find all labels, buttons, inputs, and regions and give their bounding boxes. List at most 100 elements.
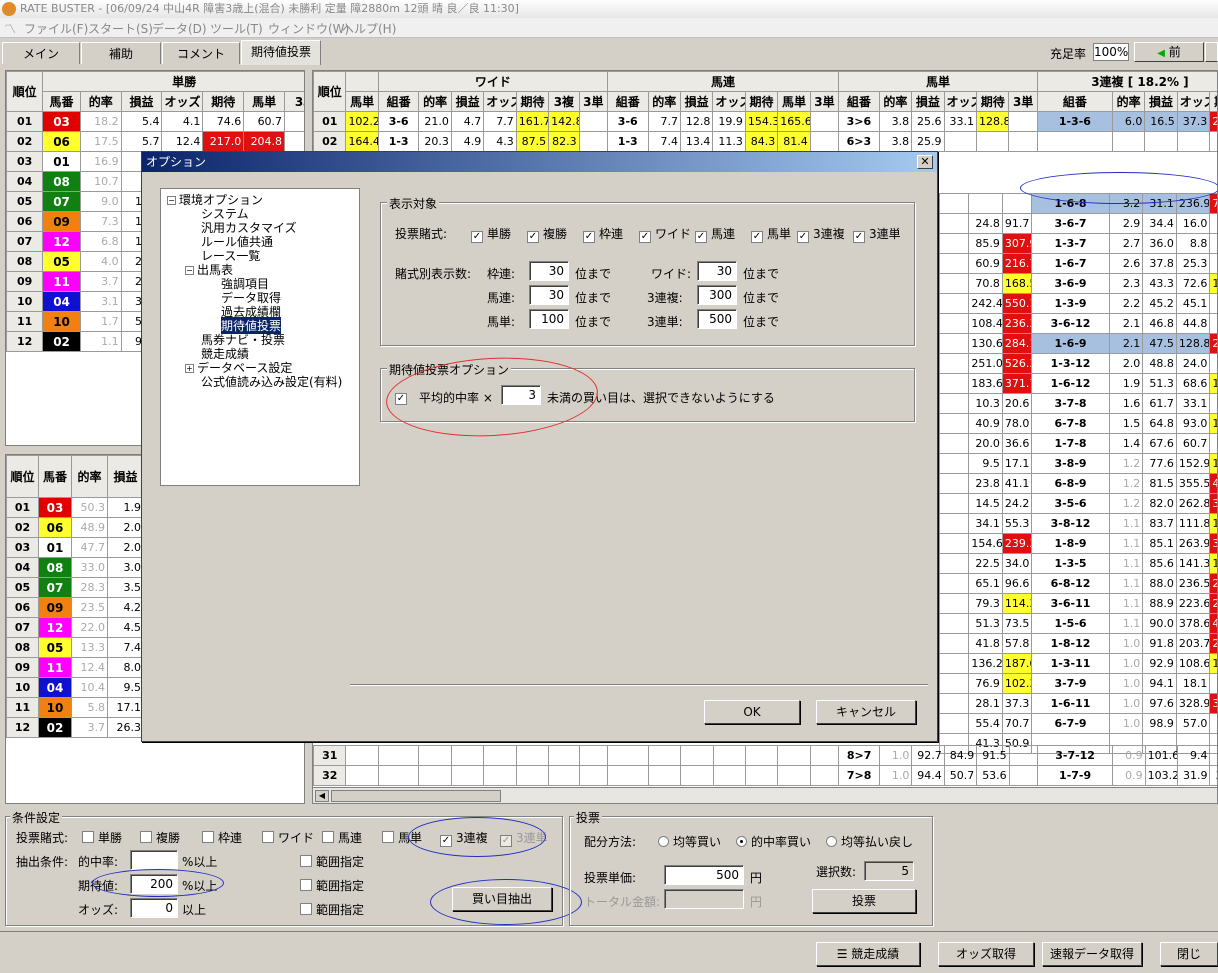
table-row[interactable]: 41.857.81-8-121.091.8203.7221.8 — [938, 633, 1217, 654]
cond-cb-sanrentan[interactable]: ✓ 3連単 — [500, 829, 548, 847]
cond-cb-umaren[interactable]: 馬連 — [322, 829, 362, 846]
cond-cb-wakuren[interactable]: 枠連 — [202, 829, 242, 846]
radio-icon[interactable] — [826, 836, 837, 847]
table-row[interactable]: 12 02 3.7 26.3 — [6, 717, 144, 738]
fill-rate-value[interactable]: 100% — [1093, 43, 1129, 61]
menu-tools[interactable]: ツール(T) — [210, 20, 263, 37]
count-umaren-input[interactable]: 30 — [529, 285, 569, 305]
table-row[interactable]: 60.9216.71-6-72.637.825.366.8 — [938, 253, 1217, 274]
checkbox-icon[interactable] — [202, 831, 214, 843]
collapse-icon[interactable]: − — [185, 266, 194, 275]
radio-hit-rate-buy[interactable]: 的中率買い — [736, 833, 811, 850]
table-row[interactable]: 02 06 48.9 2.0 — [6, 517, 144, 538]
fetch-odds-button[interactable]: オッズ取得 — [938, 942, 1034, 966]
checkbox-icon[interactable] — [140, 831, 152, 843]
checkbox-icon[interactable] — [382, 831, 394, 843]
table-row[interactable]: 01 03 50.3 1.9 — [6, 497, 144, 518]
vote-button[interactable]: 投票 — [812, 889, 916, 913]
menu-window[interactable]: ウィンドウ(W) — [268, 20, 349, 37]
checkbox-icon[interactable]: ✓ — [471, 231, 483, 243]
table-row[interactable]: 02 164.4 1-3 20.3 4.9 4.3 87.5 82.3 1-3 7.4 13.4 11… — [313, 131, 1217, 152]
tab-comment[interactable]: コメント — [162, 42, 240, 64]
scroll-left-icon[interactable]: ◀ — [315, 790, 329, 802]
table-row[interactable]: 09 11 12.4 8.0 — [6, 657, 144, 678]
table-row[interactable]: 65.196.66-8-121.188.0236.5268.7 — [938, 573, 1217, 594]
table-row[interactable]: 24.891.73-6-72.934.416.046.4 — [938, 213, 1217, 234]
cb-umaren[interactable]: ✓ 馬連 — [695, 225, 735, 243]
table-row[interactable]: 130.6284.11-6-92.147.5128.8270.1 — [938, 333, 1217, 354]
odds-range[interactable]: 範囲指定 — [300, 901, 364, 918]
cond-cb-umatan[interactable]: 馬単 — [382, 829, 422, 846]
radio-icon[interactable] — [736, 836, 747, 847]
menu-data[interactable]: データ(D) — [152, 20, 207, 37]
cond-cb-fukusho[interactable]: 複勝 — [140, 829, 180, 846]
menu-start[interactable]: スタート(S) — [88, 20, 153, 37]
cb-sanrentan[interactable]: ✓ 3連単 — [853, 225, 901, 243]
table-row[interactable]: 08 05 13.3 7.4 — [6, 637, 144, 658]
checkbox-icon[interactable] — [300, 855, 312, 867]
table-row[interactable]: 31 8>71.092.784.991.5 3-7-120.9101.69.49.2 — [313, 745, 1217, 766]
collapse-icon[interactable]: − — [167, 196, 176, 205]
table-row[interactable]: 183.6371.71-6-121.951.368.6133.6 — [938, 373, 1217, 394]
dialog-close-icon[interactable]: ✕ — [917, 155, 933, 169]
checkbox-icon[interactable]: ✓ — [751, 231, 763, 243]
hit-rate-input[interactable] — [130, 850, 178, 870]
table-row[interactable]: 79.3114.33-6-111.188.9223.6251.5 — [938, 593, 1217, 614]
tab-main[interactable]: メイン — [2, 42, 80, 64]
table-row[interactable]: 154.6239.31-8-91.185.1263.9310.0 — [938, 533, 1217, 554]
cb-wakuren[interactable]: ✓ 枠連 — [583, 225, 623, 243]
table-row[interactable]: 02 06 17.5 5.7 12.4 217.0 204.8 — [6, 131, 304, 152]
table-row[interactable]: 40.978.06-7-81.564.893.0143.4 — [938, 413, 1217, 434]
extract-button[interactable]: 買い目抽出 — [452, 887, 552, 911]
table-row[interactable]: 01102.23-621.04.77.7161.7142.83-67.712.8… — [313, 111, 1217, 132]
checkbox-icon[interactable]: ✓ — [639, 231, 651, 243]
fetch-flash-data-button[interactable]: 速報データ取得 — [1042, 942, 1142, 966]
table-row[interactable]: 01 03 18.2 5.4 4.1 74.6 60.7 — [6, 111, 304, 132]
horizontal-scrollbar[interactable]: ◀ — [313, 787, 1217, 803]
table-row[interactable]: 10 04 10.4 9.5 — [6, 677, 144, 698]
table-row[interactable]: 76.9102.33-7-91.094.118.119.2 — [938, 673, 1217, 694]
cb-wide[interactable]: ✓ ワイド — [639, 225, 691, 243]
table-row[interactable]: 32 7>81.094.450.753.6 1-7-90.9103.231.930.… — [313, 765, 1217, 786]
table-row[interactable]: 9.517.13-8-91.277.6152.9197.0 — [938, 453, 1217, 474]
radio-equal-buy[interactable]: 均等買い — [658, 833, 721, 850]
table-row[interactable]: 11 10 5.8 17.1 — [6, 697, 144, 718]
checkbox-icon[interactable]: ✓ — [527, 231, 539, 243]
table-row[interactable]: 1-6-83.231.1236.9760.0 — [938, 193, 1217, 214]
table-row[interactable]: 22.534.01-3-51.185.6141.3164.9 — [938, 553, 1217, 574]
cb-umatan[interactable]: ✓ 馬単 — [751, 225, 791, 243]
expand-icon[interactable]: + — [185, 364, 194, 373]
ev-input[interactable]: 200 — [130, 874, 178, 894]
table-row[interactable]: 28.137.31-6-111.097.6328.9336.9 — [938, 693, 1217, 714]
table-row[interactable]: 51.373.51-5-61.190.0378.6420.6 — [938, 613, 1217, 634]
table-row[interactable]: 55.470.76-7-91.098.957.057.6 — [938, 713, 1217, 734]
checkbox-icon[interactable]: ✓ — [695, 231, 707, 243]
tree-node-official-values[interactable]: 公式値読み込み設定(有料) — [201, 373, 342, 390]
ev-threshold-checkbox[interactable]: ✓ — [395, 389, 411, 405]
cond-cb-wide[interactable]: ワイド — [262, 829, 314, 846]
unit-price-input[interactable]: 500 — [664, 865, 744, 885]
table-row[interactable]: 20.036.61-7-81.467.660.789.6 — [938, 433, 1217, 454]
cb-sanrenpuku[interactable]: ✓ 3連複 — [797, 225, 845, 243]
table-row[interactable]: 251.0526.31-3-122.048.824.049.1 — [938, 353, 1217, 374]
checkbox-icon[interactable]: ✓ — [583, 231, 595, 243]
count-sanrenpuku-input[interactable]: 300 — [697, 285, 737, 305]
table-row[interactable]: 23.841.16-8-91.281.5355.5436.1 — [938, 473, 1217, 494]
menu-file[interactable]: ファイル(F) — [24, 20, 88, 37]
count-wakuren-input[interactable]: 30 — [529, 261, 569, 281]
table-row[interactable]: 85.9307.91-3-72.736.08.824.4 — [938, 233, 1217, 254]
radio-equal-payout[interactable]: 均等払い戻し — [826, 833, 913, 850]
count-wide-input[interactable]: 30 — [697, 261, 737, 281]
race-results-button[interactable]: ☰ 競走成績 — [816, 942, 920, 966]
checkbox-icon[interactable] — [300, 879, 312, 891]
menu-help[interactable]: ヘルプ(H) — [342, 20, 396, 37]
cancel-button[interactable]: キャンセル — [816, 700, 916, 724]
scroll-thumb[interactable] — [331, 790, 501, 802]
table-row[interactable]: 06 09 23.5 4.2 — [6, 597, 144, 618]
ev-threshold-input[interactable]: 3 — [501, 385, 541, 405]
checkbox-icon[interactable] — [82, 831, 94, 843]
radio-icon[interactable] — [658, 836, 669, 847]
table-row[interactable]: 242.4550.11-3-92.245.245.199.6 — [938, 293, 1217, 314]
cb-tansho[interactable]: ✓ 単勝 — [471, 225, 511, 243]
hit-rate-range[interactable]: 範囲指定 — [300, 853, 364, 870]
